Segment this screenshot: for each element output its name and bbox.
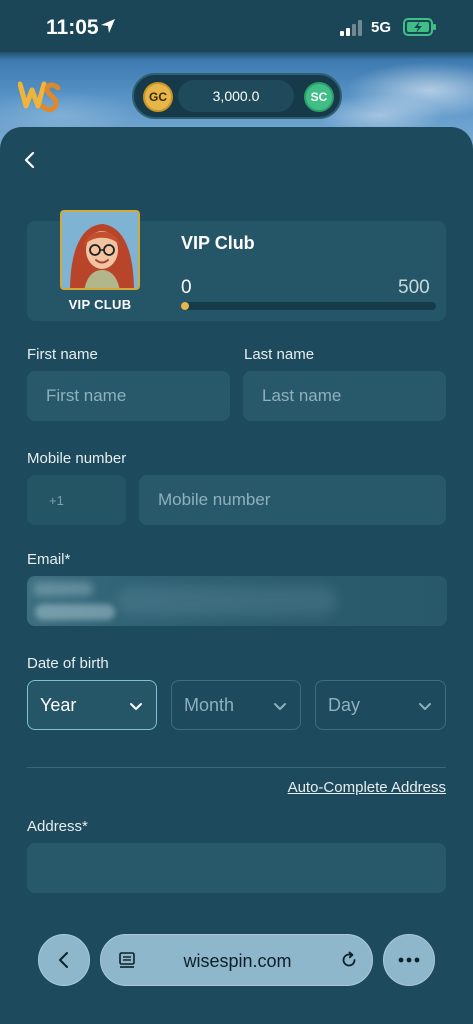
last-name-input[interactable] <box>243 371 446 421</box>
dob-year-select[interactable]: Year <box>27 680 157 730</box>
address-input[interactable] <box>27 843 446 893</box>
vip-title: VIP Club <box>181 233 255 253</box>
chevron-down-icon <box>130 703 142 710</box>
currency-switcher[interactable]: GC 3,000.0 SC <box>132 73 342 119</box>
dob-day-value: Day <box>328 694 361 715</box>
sweeps-coin-button[interactable]: SC <box>304 82 334 112</box>
dob-year-value: Year <box>40 694 77 715</box>
email-input-redacted[interactable] <box>27 576 447 626</box>
mobile-number-input[interactable] <box>139 475 446 525</box>
vip-progress-bar <box>181 302 436 310</box>
vip-progress-fill <box>181 302 189 310</box>
section-divider <box>27 767 446 768</box>
vip-avatar <box>60 210 140 290</box>
browser-address-bar[interactable]: wisespin.com <box>100 934 373 986</box>
redaction-blur <box>117 586 337 616</box>
redaction-blur <box>35 604 115 620</box>
battery-charging-icon <box>403 18 436 36</box>
auto-complete-address-link[interactable]: Auto-Complete Address <box>288 779 446 796</box>
email-label: Email* <box>27 551 71 568</box>
wisespin-logo[interactable] <box>18 78 62 112</box>
dob-month-value: Month <box>184 694 235 715</box>
vip-badge-label: VIP CLUB <box>68 297 132 312</box>
browser-back-button[interactable] <box>38 934 90 986</box>
balance-display: 3,000.0 <box>178 80 294 112</box>
first-name-label: First name <box>27 346 98 363</box>
back-chevron-icon[interactable] <box>20 150 40 170</box>
status-time: 11:05 <box>46 16 99 39</box>
back-arrow-icon <box>59 952 68 968</box>
status-bar: 11:05 5G <box>0 0 473 52</box>
browser-more-button[interactable] <box>383 934 435 986</box>
vip-progress-max: 500 <box>398 277 430 298</box>
chevron-down-icon <box>419 703 431 710</box>
redaction-blur <box>33 582 93 596</box>
dob-month-select[interactable]: Month <box>171 680 301 730</box>
location-arrow-icon <box>101 19 115 33</box>
last-name-label: Last name <box>244 346 315 363</box>
reload-icon[interactable] <box>339 950 359 970</box>
address-label: Address* <box>27 818 88 835</box>
more-dots-icon <box>398 957 420 963</box>
vip-progress-min: 0 <box>181 277 192 298</box>
browser-url: wisespin.com <box>183 951 292 971</box>
chevron-down-icon <box>274 703 286 710</box>
first-name-input[interactable] <box>27 371 230 421</box>
dob-day-select[interactable]: Day <box>315 680 446 730</box>
mobile-label: Mobile number <box>27 450 127 467</box>
dob-label: Date of birth <box>27 655 109 672</box>
network-type: 5G <box>371 19 392 36</box>
avatar-portrait-icon <box>62 212 138 288</box>
country-code-input[interactable] <box>27 475 126 525</box>
gold-coin-button[interactable]: GC <box>143 82 173 112</box>
cellular-signal-icon <box>340 20 362 36</box>
